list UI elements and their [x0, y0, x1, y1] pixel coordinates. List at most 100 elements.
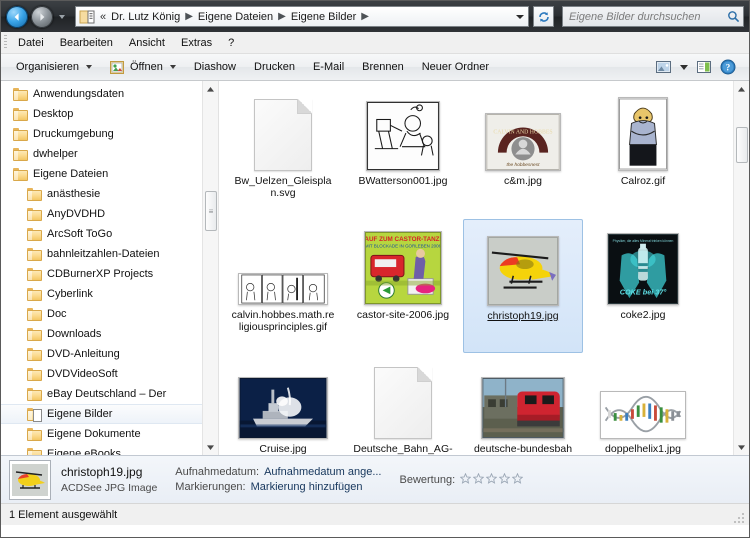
file-item[interactable]: doppelhelix1.jpg	[583, 353, 703, 455]
sidebar-item-ebay-deutschland-der[interactable]: eBay Deutschland – Der	[1, 384, 218, 404]
address-bar[interactable]: « Dr. Lutz König ▶ Eigene Dateien ▶ Eige…	[75, 6, 529, 27]
details-rating-row[interactable]: Bewertung:	[400, 472, 524, 487]
star-icon	[511, 472, 524, 484]
sidebar-item-desktop[interactable]: Desktop	[1, 104, 218, 124]
sidebar-item-eigene-dokumente[interactable]: Eigene Dokumente	[1, 424, 218, 444]
sidebar-item-an-sthesie[interactable]: anästhesie	[1, 184, 218, 204]
details-tags-row[interactable]: Markierungen: Markierung hinzufügen	[175, 481, 381, 493]
file-item[interactable]: Deutsche_Bahn_AG-Logo.svg	[343, 353, 463, 455]
breadcrumb-separator-icon-0[interactable]: ▶	[183, 11, 195, 22]
svg-text:?: ?	[726, 62, 731, 72]
toolbar-right-group: ?	[653, 57, 743, 77]
open-button[interactable]: Öffnen	[101, 57, 185, 78]
search-icon	[728, 11, 740, 23]
file-item[interactable]: Calroz.gif	[583, 85, 703, 219]
file-item[interactable]: CALVIN AND HOBBES the hobbesnest c&m.jpg	[463, 85, 583, 219]
address-dropdown-button[interactable]	[512, 7, 527, 26]
menu-item-datei[interactable]: Datei	[11, 35, 51, 51]
file-pane-scrollbar[interactable]	[733, 81, 749, 455]
file-item[interactable]: calvin.hobbes.math.religiousprinciples.g…	[223, 219, 343, 353]
menu-item-help[interactable]: ?	[221, 35, 241, 51]
rating-star[interactable]	[485, 472, 498, 487]
file-name-label: Deutsche_Bahn_AG-Logo.svg	[353, 443, 453, 455]
menu-item-ansicht[interactable]: Ansicht	[122, 35, 172, 51]
sidebar-item-eigene-bilder[interactable]: Eigene Bilder	[1, 404, 218, 424]
new-folder-button[interactable]: Neuer Ordner	[413, 58, 498, 76]
breadcrumb[interactable]: « Dr. Lutz König ▶ Eigene Dateien ▶ Eige…	[97, 10, 512, 24]
breadcrumb-item-2[interactable]: Eigene Bilder	[288, 10, 359, 24]
sidebar-item-doc[interactable]: Doc	[1, 304, 218, 324]
scroll-down-button[interactable]	[203, 439, 218, 455]
rating-star[interactable]	[459, 472, 472, 487]
file-item[interactable]: BWatterson001.jpg	[343, 85, 463, 219]
details-tags-value[interactable]: Markierung hinzufügen	[251, 481, 363, 493]
print-button[interactable]: Drucken	[245, 58, 304, 76]
sidebar-item-anwendungsdaten[interactable]: Anwendungsdaten	[1, 84, 218, 104]
file-item[interactable]: deutsche-bundesbahn.jpg	[463, 353, 583, 455]
folder-icon	[13, 127, 28, 141]
sidebar-item-dwhelper[interactable]: dwhelper	[1, 144, 218, 164]
refresh-button[interactable]	[533, 6, 554, 27]
breadcrumb-separator-icon-2[interactable]: ▶	[359, 11, 371, 22]
file-thumbnail	[618, 89, 668, 171]
sidebar-item-druckumgebung[interactable]: Druckumgebung	[1, 124, 218, 144]
preview-pane-button[interactable]	[693, 57, 715, 77]
file-item[interactable]: Cruise.jpg	[223, 353, 343, 455]
sidebar-item-arcsoft-togo[interactable]: ArcSoft ToGo	[1, 224, 218, 244]
file-item[interactable]: Physiker, die alles Mineral trinken könn…	[583, 219, 703, 353]
sidebar-item-bahnleitzahlen-dateien[interactable]: bahnleitzahlen-Dateien	[1, 244, 218, 264]
scroll-up-button[interactable]	[734, 81, 749, 97]
navigation-pane-scrollbar[interactable]: ≡	[202, 81, 218, 455]
help-button[interactable]: ?	[717, 57, 739, 77]
slideshow-button[interactable]: Diashow	[185, 58, 245, 76]
sidebar-item-eigene-dateien[interactable]: Eigene Dateien	[1, 164, 218, 184]
rating-star[interactable]	[472, 472, 485, 487]
scroll-down-button[interactable]	[734, 439, 749, 455]
breadcrumb-overflow[interactable]: «	[97, 11, 108, 23]
email-button[interactable]: E-Mail	[304, 58, 353, 76]
breadcrumb-item-1[interactable]: Eigene Dateien	[195, 10, 276, 24]
view-mode-button[interactable]	[653, 57, 675, 77]
file-thumbnail	[487, 224, 559, 306]
details-meta-column: Aufnahmedatum: Aufnahmedatum ange... Mar…	[175, 466, 381, 493]
file-thumbnail	[254, 89, 312, 171]
navigation-pane-scroll-thumb[interactable]: ≡	[205, 191, 217, 231]
breadcrumb-item-0[interactable]: Dr. Lutz König	[108, 10, 183, 24]
back-button[interactable]	[6, 5, 28, 28]
sidebar-item-anydvdhd[interactable]: AnyDVDHD	[1, 204, 218, 224]
rating-star[interactable]	[498, 472, 511, 487]
file-pane-scroll-thumb[interactable]	[736, 127, 748, 163]
scroll-up-button[interactable]	[203, 81, 218, 97]
file-name-label: coke2.jpg	[620, 309, 666, 321]
file-item[interactable]: christoph19.jpg	[463, 219, 583, 353]
breadcrumb-separator-icon-1[interactable]: ▶	[276, 11, 288, 22]
file-thumbnail	[238, 223, 328, 305]
recent-pages-button[interactable]	[56, 6, 68, 28]
sidebar-item-dvdvideosoft[interactable]: DVDVideoSoft	[1, 364, 218, 384]
rating-stars[interactable]	[459, 472, 524, 487]
organize-button[interactable]: Organisieren	[7, 58, 101, 76]
file-list-pane[interactable]: Bw_Uelzen_Gleisplan.svg BWatterson001.jp…	[219, 81, 749, 455]
menu-item-extras[interactable]: Extras	[174, 35, 219, 51]
folder-icon	[27, 327, 42, 341]
resize-grip[interactable]	[734, 511, 746, 523]
file-item[interactable]: AUF ZUM CASTOR-TANZ! MIT BLOCKADE IN GOR…	[343, 219, 463, 353]
sidebar-item-eigene-ebooks[interactable]: Eigene eBooks	[1, 444, 218, 455]
search-input[interactable]: Eigene Bilder durchsuchen	[569, 11, 727, 23]
sidebar-item-dvd-anleitung[interactable]: DVD-Anleitung	[1, 344, 218, 364]
view-mode-dropdown-button[interactable]	[677, 57, 691, 77]
forward-button[interactable]	[31, 5, 53, 28]
details-date-row[interactable]: Aufnahmedatum: Aufnahmedatum ange...	[175, 466, 381, 478]
burn-button[interactable]: Brennen	[353, 58, 413, 76]
sidebar-item-cyberlink[interactable]: Cyberlink	[1, 284, 218, 304]
thumbnail-image	[618, 97, 668, 171]
svg-text:MIT BLOCKADE IN GORLEBEN 2006: MIT BLOCKADE IN GORLEBEN 2006	[365, 244, 442, 249]
search-box[interactable]: Eigene Bilder durchsuchen	[562, 6, 744, 27]
sidebar-item-downloads[interactable]: Downloads	[1, 324, 218, 344]
rating-star[interactable]	[511, 472, 524, 487]
file-item[interactable]: Bw_Uelzen_Gleisplan.svg	[223, 85, 343, 219]
sidebar-item-cdburnerxp-projects[interactable]: CDBurnerXP Projects	[1, 264, 218, 284]
organize-label: Organisieren	[16, 61, 79, 73]
details-date-value[interactable]: Aufnahmedatum ange...	[264, 466, 381, 478]
menu-item-bearbeiten[interactable]: Bearbeiten	[53, 35, 120, 51]
